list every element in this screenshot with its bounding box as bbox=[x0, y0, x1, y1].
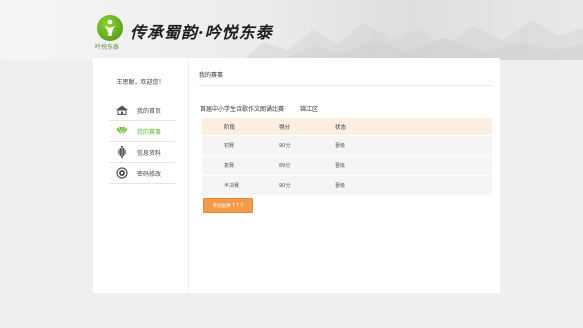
table-row: 半决赛 90分 晋级 bbox=[202, 176, 492, 196]
sidebar-item-password[interactable]: 密码修改 bbox=[109, 163, 175, 184]
site-logo[interactable]: 吟悦东泰 传承蜀韵·吟悦东泰 bbox=[95, 15, 272, 55]
cell-stage: 初赛 bbox=[224, 143, 235, 149]
sidebar-item-label: 我的赛事 bbox=[137, 128, 162, 136]
table-row: 初赛 90分 晋级 bbox=[202, 136, 492, 156]
sidebar-item-label: 密码修改 bbox=[137, 170, 162, 178]
column-header-status: 状态 bbox=[335, 124, 347, 131]
sidebar-item-label: 我的首页 bbox=[137, 107, 162, 115]
header-banner: 吟悦东泰 传承蜀韵·吟悦东泰 bbox=[0, 0, 583, 60]
join-next-round-button[interactable]: 参加复赛 T T T bbox=[203, 198, 253, 213]
event-name: 首届中小学生诗歌作文朗诵比赛 bbox=[200, 106, 285, 113]
event-info: 首届中小学生诗歌作文朗诵比赛 锦江区 bbox=[200, 104, 318, 113]
results-table: 阶段 得分 状态 初赛 90分 晋级 复赛 89分 晋级 半决赛 90分 晋级 bbox=[202, 118, 492, 196]
sidebar-item-home[interactable]: 我的首页 bbox=[109, 100, 175, 121]
logo-title: 传承蜀韵·吟悦东泰 bbox=[130, 23, 273, 42]
lantern-icon bbox=[115, 146, 129, 158]
cell-score: 89分 bbox=[279, 163, 291, 169]
main-card: 王思聪，欢迎您！ 我的首页 我的赛事 信息资料 密码修改 我的赛事 首届中小学生… bbox=[93, 58, 500, 293]
cell-stage: 半决赛 bbox=[224, 183, 240, 189]
cell-status: 晋级 bbox=[335, 183, 346, 189]
cell-score: 90分 bbox=[279, 143, 291, 149]
house-icon bbox=[115, 104, 129, 116]
cell-stage: 复赛 bbox=[224, 163, 235, 169]
column-header-score: 得分 bbox=[279, 124, 291, 131]
coin-icon bbox=[115, 167, 129, 179]
table-row: 复赛 89分 晋级 bbox=[202, 156, 492, 176]
sidebar-item-label: 信息资料 bbox=[137, 149, 162, 157]
sidebar-item-my-events[interactable]: 我的赛事 bbox=[109, 121, 175, 142]
logo-emblem-icon bbox=[97, 15, 123, 41]
mountain-landscape-image bbox=[243, 20, 583, 60]
section-title: 我的赛事 bbox=[199, 72, 224, 79]
fan-icon bbox=[115, 125, 129, 137]
main-content: 我的赛事 首届中小学生诗歌作文朗诵比赛 锦江区 阶段 得分 状态 初赛 90分 … bbox=[189, 58, 500, 293]
cell-score: 90分 bbox=[279, 183, 291, 189]
cell-status: 晋级 bbox=[335, 143, 346, 149]
divider bbox=[199, 85, 492, 86]
sidebar: 王思聪，欢迎您！ 我的首页 我的赛事 信息资料 密码修改 bbox=[93, 58, 189, 293]
sidebar-item-profile[interactable]: 信息资料 bbox=[109, 142, 175, 163]
welcome-text: 王思聪，欢迎您！ bbox=[116, 79, 165, 86]
table-header-row: 阶段 得分 状态 bbox=[202, 118, 492, 136]
event-region: 锦江区 bbox=[299, 106, 318, 113]
logo-subtitle: 吟悦东泰 bbox=[95, 44, 120, 51]
cell-status: 晋级 bbox=[335, 163, 346, 169]
column-header-stage: 阶段 bbox=[224, 124, 236, 131]
sidebar-nav: 我的首页 我的赛事 信息资料 密码修改 bbox=[109, 100, 175, 184]
